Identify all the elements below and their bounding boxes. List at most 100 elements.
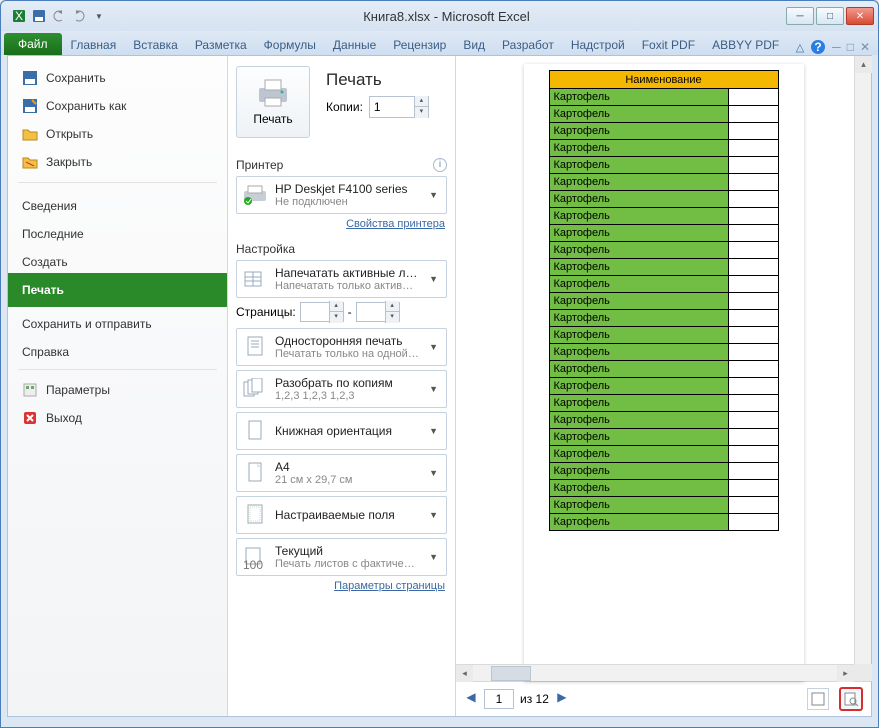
scroll-left-icon[interactable]: ◂ xyxy=(456,665,473,682)
sidebar-item-options[interactable]: Параметры xyxy=(8,376,227,404)
print-button[interactable]: Печать xyxy=(236,66,310,138)
scroll-thumb[interactable] xyxy=(491,666,531,681)
tab-addins[interactable]: Надстрой xyxy=(563,34,633,55)
sidebar-item-recent[interactable]: Последние xyxy=(8,217,227,245)
workbook-minimize-icon[interactable]: ─ xyxy=(832,40,841,54)
dd-label: A4 xyxy=(275,460,419,474)
next-page-button[interactable]: ▶ xyxy=(555,690,569,708)
table-cell: Картофель xyxy=(549,497,728,514)
zoom-icon xyxy=(843,691,859,707)
tab-formulas[interactable]: Формулы xyxy=(256,34,324,55)
save-icon[interactable] xyxy=(31,8,47,24)
show-margins-button[interactable] xyxy=(807,688,829,710)
help-icon[interactable]: ? xyxy=(810,39,826,55)
save-icon xyxy=(22,70,38,86)
zoom-to-page-button[interactable] xyxy=(839,687,863,711)
workbook-restore-icon[interactable]: □ xyxy=(847,40,854,54)
tab-file[interactable]: Файл xyxy=(4,33,62,55)
ribbon-minimize-icon[interactable]: △ xyxy=(796,41,804,54)
sidebar-item-save[interactable]: Сохранить xyxy=(8,64,227,92)
copies-input[interactable] xyxy=(370,98,414,116)
spinner-down-icon[interactable]: ▾ xyxy=(414,107,428,118)
scale-select[interactable]: 100 ТекущийПечать листов с фактическ... … xyxy=(236,538,447,576)
page-from-input[interactable]: ▴▾ xyxy=(300,302,344,322)
tab-abbyy[interactable]: ABBYY PDF xyxy=(704,34,787,55)
dd-label: Разобрать по копиям xyxy=(275,376,419,390)
sidebar-item-new[interactable]: Создать xyxy=(8,245,227,273)
sidebar-item-share[interactable]: Сохранить и отправить xyxy=(8,307,227,335)
sidebar-item-exit[interactable]: Выход xyxy=(8,404,227,432)
table-cell xyxy=(728,106,778,123)
tab-layout[interactable]: Разметка xyxy=(187,34,255,55)
sidebar-label: Параметры xyxy=(46,383,110,397)
folder-open-icon xyxy=(22,126,38,142)
table-cell xyxy=(728,89,778,106)
table-row: Картофель xyxy=(549,174,778,191)
current-page-input[interactable]: 1 xyxy=(484,689,514,709)
sidebar-item-help[interactable]: Справка xyxy=(8,335,227,363)
close-button[interactable]: ✕ xyxy=(846,7,874,25)
sidebar-label: Печать xyxy=(22,283,64,297)
dd-label: Односторонняя печать xyxy=(275,334,419,348)
spinner-up-icon[interactable]: ▴ xyxy=(385,301,399,312)
workbook-close-icon[interactable]: ✕ xyxy=(860,40,870,54)
collate-select[interactable]: Разобрать по копиям1,2,3 1,2,3 1,2,3 ▼ xyxy=(236,370,447,408)
vertical-scrollbar[interactable]: ▴▾ xyxy=(854,56,871,681)
titlebar: X ▼ Книга8.xlsx - Microsoft Excel ─ □ ✕ xyxy=(1,1,878,31)
chevron-down-icon: ▼ xyxy=(425,384,442,394)
undo-icon[interactable] xyxy=(51,8,67,24)
sidebar-item-print[interactable]: Печать xyxy=(8,273,227,307)
orientation-select[interactable]: Книжная ориентация ▼ xyxy=(236,412,447,450)
spinner-up-icon[interactable]: ▴ xyxy=(329,301,343,312)
tab-view[interactable]: Вид xyxy=(455,34,493,55)
printer-select[interactable]: HP Deskjet F4100 seriesНе подключен ▼ xyxy=(236,176,447,214)
paper-select[interactable]: A421 см x 29,7 см ▼ xyxy=(236,454,447,492)
table-row: Картофель xyxy=(549,259,778,276)
margins-select[interactable]: Настраиваемые поля ▼ xyxy=(236,496,447,534)
table-row: Картофель xyxy=(549,123,778,140)
scroll-corner xyxy=(854,664,871,681)
table-cell: Картофель xyxy=(549,310,728,327)
collate-icon xyxy=(241,375,269,403)
spinner-down-icon[interactable]: ▾ xyxy=(329,312,343,323)
info-icon[interactable]: i xyxy=(433,158,447,172)
printer-properties-link[interactable]: Свойства принтера xyxy=(236,218,445,230)
qat-dropdown-icon[interactable]: ▼ xyxy=(91,8,107,24)
horizontal-scrollbar[interactable]: ◂▸ xyxy=(456,664,854,681)
printer-status: Не подключен xyxy=(275,196,419,208)
sidebar-label: Создать xyxy=(22,255,68,269)
sidebar-item-close[interactable]: Закрыть xyxy=(8,148,227,176)
minimize-button[interactable]: ─ xyxy=(786,7,814,25)
page-setup-link[interactable]: Параметры страницы xyxy=(236,580,445,592)
print-what-select[interactable]: Напечатать активные листыНапечатать толь… xyxy=(236,260,447,298)
tab-developer[interactable]: Разработ xyxy=(494,34,562,55)
tab-home[interactable]: Главная xyxy=(63,34,125,55)
copies-spinner[interactable]: ▴▾ xyxy=(369,96,429,118)
spinner-up-icon[interactable]: ▴ xyxy=(414,96,428,107)
sidebar-item-saveas[interactable]: Сохранить как xyxy=(8,92,227,120)
maximize-button[interactable]: □ xyxy=(816,7,844,25)
app-window: X ▼ Книга8.xlsx - Microsoft Excel ─ □ ✕ … xyxy=(0,0,879,728)
tab-foxit[interactable]: Foxit PDF xyxy=(634,34,703,55)
spinner-down-icon[interactable]: ▾ xyxy=(385,312,399,323)
tab-data[interactable]: Данные xyxy=(325,34,384,55)
scroll-right-icon[interactable]: ▸ xyxy=(837,665,854,682)
scroll-up-icon[interactable]: ▴ xyxy=(855,56,872,73)
sidebar-item-open[interactable]: Открыть xyxy=(8,120,227,148)
sides-select[interactable]: Односторонняя печатьПечатать только на о… xyxy=(236,328,447,366)
sidebar-item-info[interactable]: Сведения xyxy=(8,189,227,217)
table-cell: Картофель xyxy=(549,106,728,123)
preview-footer: ◀ 1 из 12 ▶ xyxy=(456,682,871,716)
dd-label: Текущий xyxy=(275,544,419,558)
sidebar-label: Сведения xyxy=(22,199,77,213)
redo-icon[interactable] xyxy=(71,8,87,24)
print-heading: Печать xyxy=(326,70,447,90)
prev-page-button[interactable]: ◀ xyxy=(464,690,478,708)
tab-review[interactable]: Рецензир xyxy=(385,34,454,55)
table-row: Картофель xyxy=(549,106,778,123)
tab-insert[interactable]: Вставка xyxy=(125,34,186,55)
table-row: Картофель xyxy=(549,514,778,531)
page-to-input[interactable]: ▴▾ xyxy=(356,302,400,322)
one-sided-icon xyxy=(241,333,269,361)
table-cell xyxy=(728,225,778,242)
